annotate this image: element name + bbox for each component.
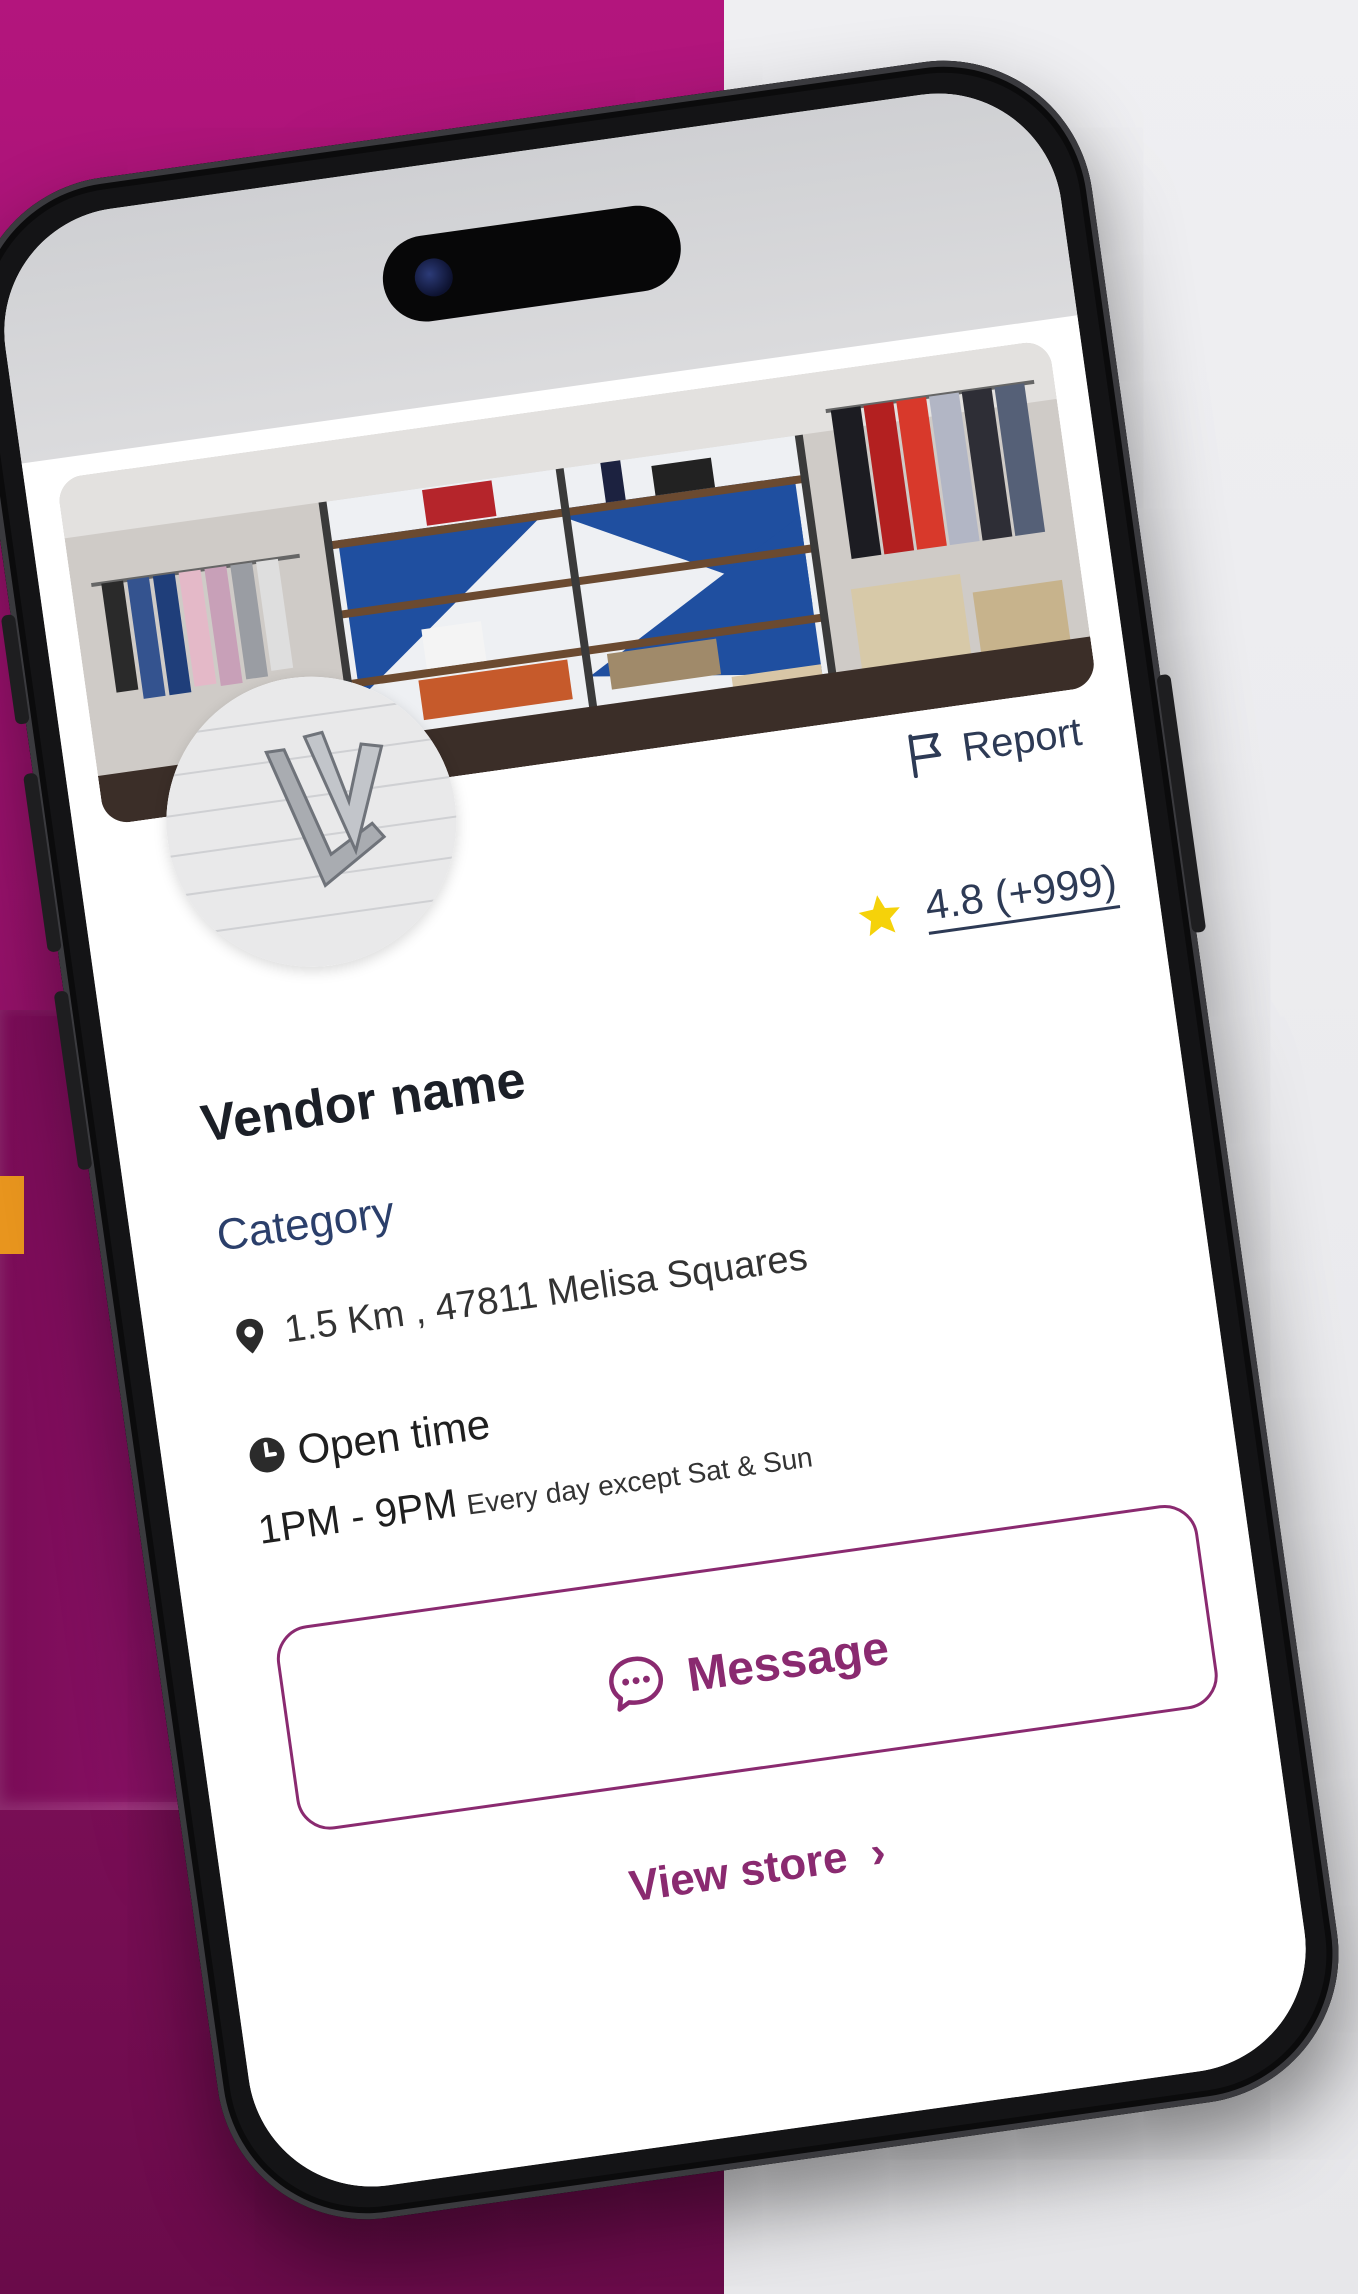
hours-value: 1PM - 9PM: [255, 1481, 460, 1553]
chevron-right-icon: ›: [867, 1827, 889, 1878]
star-icon: [858, 894, 901, 936]
report-label: Report: [959, 709, 1085, 770]
location-pin-icon: [236, 1318, 264, 1353]
message-label: Message: [683, 1621, 892, 1702]
open-time-label: Open time: [294, 1400, 493, 1474]
dynamic-island: [377, 200, 687, 328]
vendor-category: Category: [213, 1187, 398, 1261]
view-store-label: View store: [626, 1832, 851, 1912]
flag-icon: [908, 732, 942, 779]
address-text: 1.5 Km , 47811 Melisa Squares: [281, 1236, 811, 1352]
vendor-name: Vendor name: [197, 1050, 529, 1154]
rating-link[interactable]: 4.8 (+999): [853, 855, 1121, 945]
front-camera: [412, 255, 456, 299]
vendor-address: 1.5 Km , 47811 Melisa Squares: [228, 1236, 810, 1359]
chat-bubble-icon: [608, 1656, 663, 1712]
report-button[interactable]: Report: [904, 709, 1085, 779]
clock-icon: [249, 1437, 285, 1473]
rating-value: 4.8 (+999): [922, 855, 1121, 935]
hours-note: Every day except Sat & Sun: [464, 1441, 815, 1521]
background-orange-accent: [0, 1176, 24, 1254]
open-time: Open time: [245, 1400, 493, 1481]
message-button[interactable]: Message: [272, 1500, 1223, 1835]
